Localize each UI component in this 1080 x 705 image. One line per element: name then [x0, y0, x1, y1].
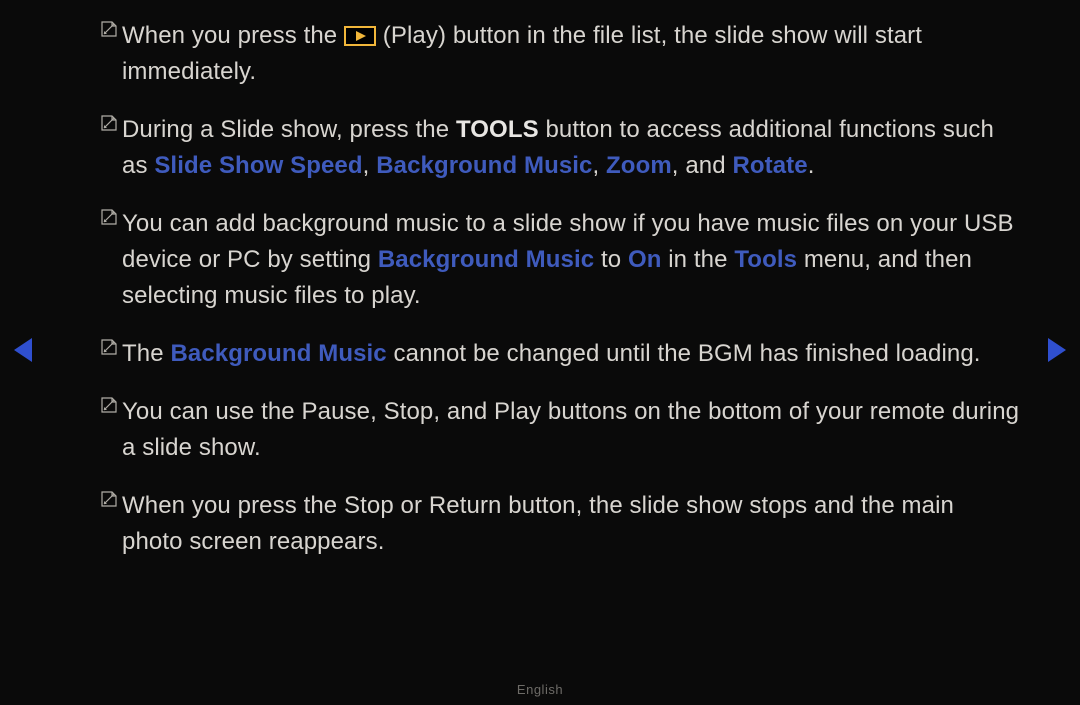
note-icon — [100, 208, 122, 226]
note-text: You can add background music to a slide … — [122, 206, 1020, 314]
highlight-text: Slide Show Speed — [154, 152, 362, 179]
highlight-text: Background Music — [378, 246, 594, 273]
note-text: The Background Music cannot be changed u… — [122, 336, 981, 372]
note-item: During a Slide show, press the TOOLS but… — [100, 112, 1020, 184]
note-text: You can use the Pause, Stop, and Play bu… — [122, 394, 1020, 466]
note-text: During a Slide show, press the TOOLS but… — [122, 112, 1020, 184]
note-icon — [100, 338, 122, 356]
note-item: When you press the (Play) button in the … — [100, 18, 1020, 90]
highlight-text: Zoom — [606, 152, 672, 179]
prev-page-arrow[interactable] — [14, 338, 32, 362]
note-item: You can add background music to a slide … — [100, 206, 1020, 314]
next-page-arrow[interactable] — [1048, 338, 1066, 362]
note-item: The Background Music cannot be changed u… — [100, 336, 1020, 372]
play-button-icon — [344, 26, 376, 46]
footer-language: English — [0, 682, 1080, 697]
note-icon — [100, 490, 122, 508]
note-icon — [100, 20, 122, 38]
content-list: When you press the (Play) button in the … — [100, 18, 1020, 582]
highlight-text: Tools — [734, 246, 797, 273]
highlight-text: Background Music — [376, 152, 592, 179]
note-icon — [100, 114, 122, 132]
note-item: You can use the Pause, Stop, and Play bu… — [100, 394, 1020, 466]
bold-text: TOOLS — [456, 116, 539, 143]
highlight-text: Background Music — [170, 340, 386, 367]
manual-page: When you press the (Play) button in the … — [0, 0, 1080, 705]
highlight-text: On — [628, 246, 662, 273]
note-text: When you press the Stop or Return button… — [122, 488, 1020, 560]
note-text: When you press the (Play) button in the … — [122, 18, 1020, 90]
note-icon — [100, 396, 122, 414]
highlight-text: Rotate — [732, 152, 807, 179]
note-item: When you press the Stop or Return button… — [100, 488, 1020, 560]
